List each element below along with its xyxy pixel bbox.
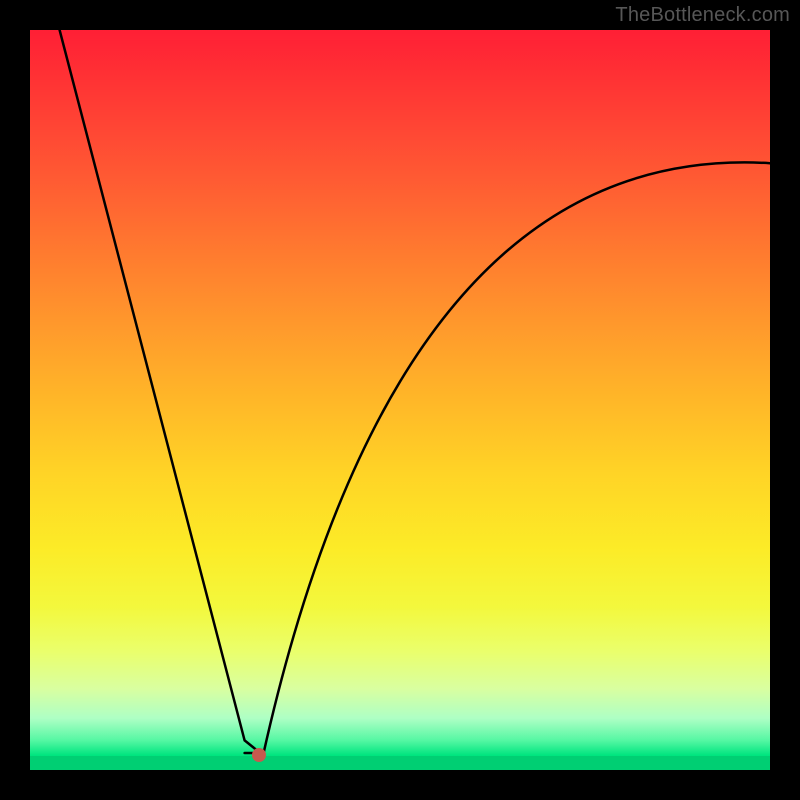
watermark-text: TheBottleneck.com [615,4,790,27]
bottleneck-curve-left [60,30,264,755]
curve-layer [30,30,770,770]
bottleneck-curve-right [263,162,770,755]
plot-area [30,30,770,770]
chart-stage: TheBottleneck.com [0,0,800,800]
bottleneck-marker [252,748,266,762]
